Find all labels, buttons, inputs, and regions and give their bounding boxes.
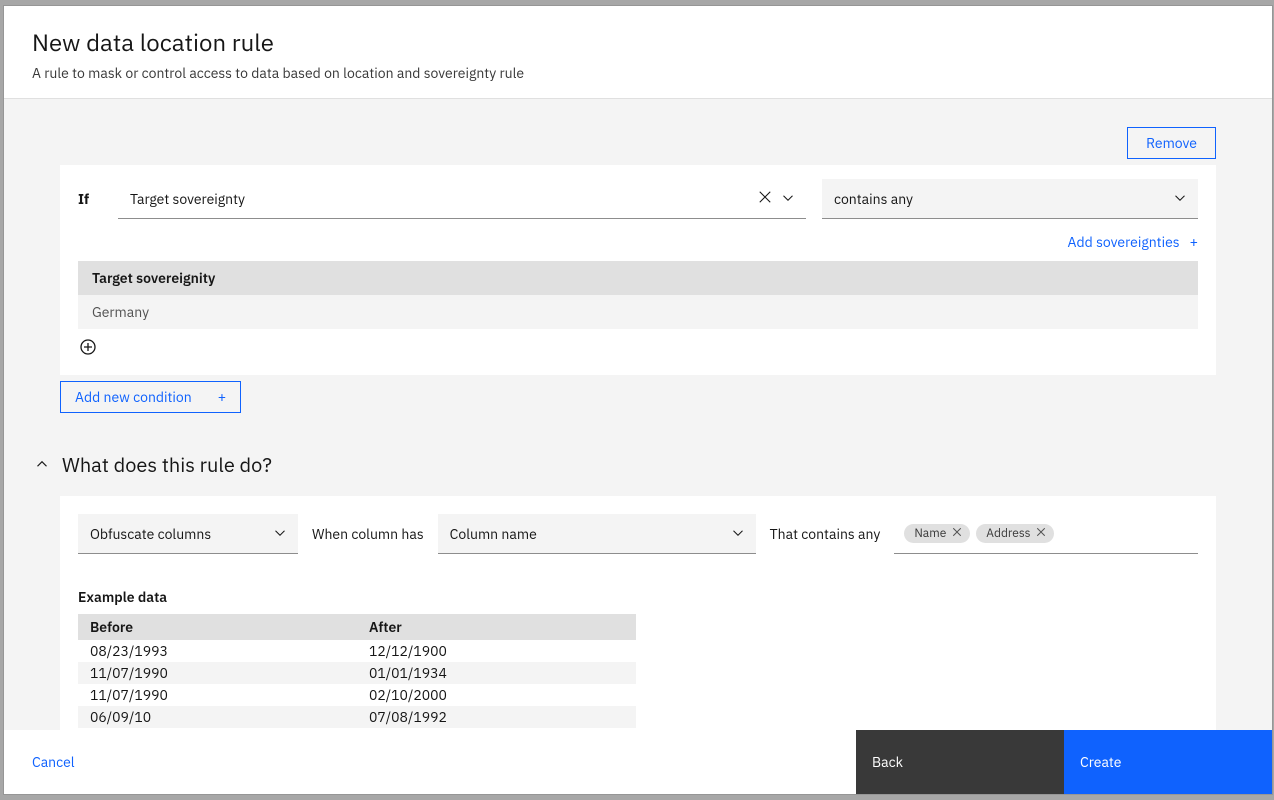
- target-sovereignty-value: Target sovereignty: [130, 190, 758, 208]
- table-row: 11/07/1990 01/01/1934: [78, 662, 636, 684]
- modal-header: New data location rule A rule to mask or…: [4, 6, 1272, 99]
- cancel-button[interactable]: Cancel: [4, 730, 103, 794]
- add-sovereignties-label: Add sovereignties: [1068, 233, 1180, 251]
- column-select[interactable]: Column name: [438, 514, 756, 554]
- close-icon[interactable]: [1036, 526, 1046, 541]
- if-label: If: [78, 190, 102, 208]
- cell-before: 11/07/1990: [78, 662, 357, 684]
- tag-name[interactable]: Name: [904, 524, 970, 543]
- cell-after: 01/01/1934: [357, 662, 636, 684]
- modal-body[interactable]: Remove If Target sovereignty: [4, 99, 1272, 730]
- tag-label: Name: [914, 526, 946, 541]
- add-new-condition-button[interactable]: Add new condition +: [60, 381, 241, 413]
- operator-select[interactable]: contains any: [822, 179, 1198, 219]
- cell-before: 06/09/10: [78, 706, 357, 728]
- contains-any-label: That contains any: [770, 525, 881, 543]
- add-row-button[interactable]: [78, 339, 1198, 359]
- section-title: What does this rule do?: [62, 451, 272, 478]
- modal-title: New data location rule: [32, 26, 1244, 58]
- operator-value: contains any: [834, 190, 1174, 208]
- cell-before: 08/23/1993: [78, 640, 357, 662]
- chevron-down-icon[interactable]: [1174, 190, 1186, 208]
- create-button[interactable]: Create: [1064, 730, 1272, 794]
- example-data-card: Example data Before After 08/23/1993 12/…: [60, 572, 1216, 730]
- tag-input[interactable]: Name Address: [894, 514, 1198, 554]
- chevron-up-icon[interactable]: [36, 456, 48, 474]
- condition-card: If Target sovereignty contains any: [60, 165, 1216, 375]
- add-new-condition-label: Add new condition: [75, 388, 192, 406]
- when-column-label: When column has: [312, 525, 424, 543]
- action-select-value: Obfuscate columns: [90, 525, 274, 543]
- action-card: Obfuscate columns When column has Column…: [60, 496, 1216, 572]
- table-row: 08/23/1993 12/12/1900: [78, 640, 636, 662]
- table-row: 06/09/10 07/08/1992: [78, 706, 636, 728]
- column-before: Before: [78, 614, 357, 640]
- remove-button[interactable]: Remove: [1127, 127, 1216, 159]
- column-after: After: [357, 614, 636, 640]
- back-button[interactable]: Back: [856, 730, 1064, 794]
- close-icon[interactable]: [952, 526, 962, 541]
- chevron-down-icon[interactable]: [274, 525, 286, 543]
- example-data-table: Before After 08/23/1993 12/12/1900 11/07…: [78, 614, 636, 728]
- cell-after: 02/10/2000: [357, 684, 636, 706]
- modal-dialog: New data location rule A rule to mask or…: [4, 6, 1272, 794]
- example-data-title: Example data: [78, 588, 1198, 606]
- modal-footer: Cancel Back Create: [4, 730, 1272, 794]
- target-sovereignty-select[interactable]: Target sovereignty: [118, 179, 806, 219]
- add-sovereignties-link[interactable]: Add sovereignties +: [1068, 233, 1198, 251]
- sovereignty-table: Target sovereignity Germany: [78, 261, 1198, 329]
- table-row: 11/07/1990 02/10/2000: [78, 684, 636, 706]
- sovereignty-table-header: Target sovereignity: [78, 261, 1198, 295]
- cell-after: 12/12/1900: [357, 640, 636, 662]
- clear-icon[interactable]: [758, 190, 772, 208]
- chevron-down-icon[interactable]: [732, 525, 744, 543]
- modal-subtitle: A rule to mask or control access to data…: [32, 64, 1244, 82]
- column-select-value: Column name: [450, 525, 732, 543]
- action-select[interactable]: Obfuscate columns: [78, 514, 298, 554]
- cell-after: 07/08/1992: [357, 706, 636, 728]
- sovereignty-table-value: Germany: [78, 295, 1198, 329]
- tag-address[interactable]: Address: [976, 524, 1054, 543]
- table-header-row: Before After: [78, 614, 636, 640]
- plus-icon: +: [218, 388, 226, 406]
- plus-icon: +: [1190, 233, 1198, 251]
- tag-label: Address: [986, 526, 1030, 541]
- cell-before: 11/07/1990: [78, 684, 357, 706]
- chevron-down-icon[interactable]: [782, 190, 794, 208]
